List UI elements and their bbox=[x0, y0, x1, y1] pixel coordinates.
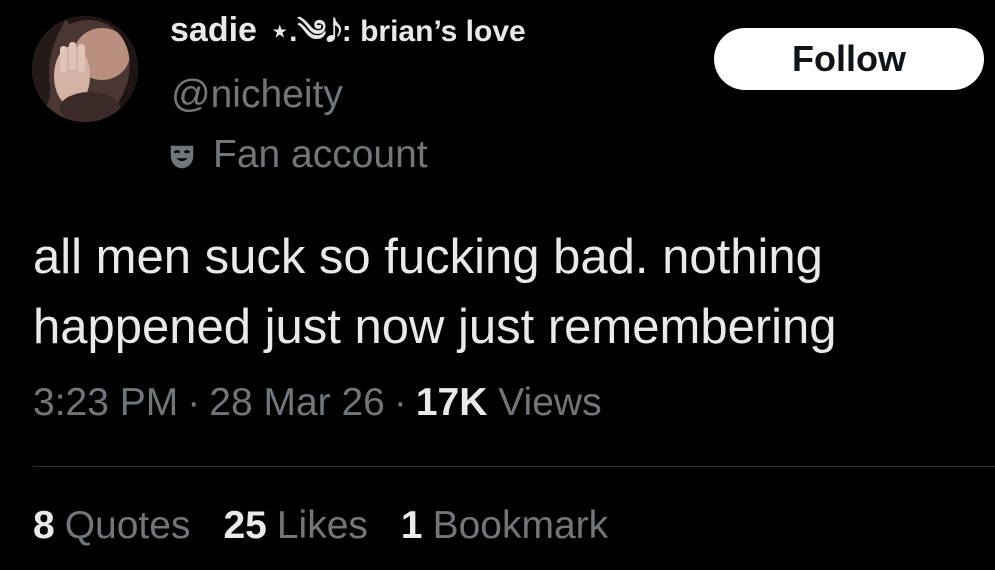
views-count: 17K bbox=[415, 381, 488, 424]
tweet-time[interactable]: 3:23 PM bbox=[33, 381, 178, 424]
account-label-text: Fan account bbox=[213, 133, 428, 176]
likes-stat[interactable]: 25 Likes bbox=[223, 503, 367, 550]
user-handle[interactable]: @nicheity bbox=[171, 73, 343, 117]
theater-mask-icon bbox=[170, 146, 194, 169]
likes-count: 25 bbox=[223, 504, 267, 547]
tweet-meta: 3:23 PM · 28 Mar 26 · 17K Views bbox=[33, 380, 602, 427]
bookmarks-count: 1 bbox=[400, 504, 423, 547]
likes-label: Likes bbox=[276, 504, 368, 547]
account-label: Fan account bbox=[167, 133, 428, 177]
tweet-text: all men suck so fucking bad. nothing hap… bbox=[33, 230, 837, 354]
quotes-stat[interactable]: 8 Quotes bbox=[33, 503, 190, 550]
bookmarks-stat[interactable]: 1 Bookmark bbox=[401, 503, 608, 550]
bookmarks-label: Bookmark bbox=[432, 504, 609, 547]
display-name-text: sadie bbox=[170, 11, 257, 49]
views-label: Views bbox=[498, 381, 602, 424]
display-name[interactable]: sadie ⋆.༄𝅘𝅥𝅮: brian’s love bbox=[170, 11, 526, 49]
engagement-stats: 8 Quotes 25 Likes 1 Bookmark bbox=[33, 503, 641, 550]
divider bbox=[33, 466, 995, 467]
tweet-date[interactable]: 28 Mar 26 bbox=[209, 381, 385, 424]
meta-separator: · bbox=[187, 381, 201, 424]
display-name-decoration: ⋆.༄𝅘𝅥𝅮: brian’s love bbox=[270, 15, 526, 48]
quotes-count: 8 bbox=[33, 504, 55, 547]
avatar[interactable] bbox=[32, 16, 138, 122]
follow-button[interactable]: Follow bbox=[714, 28, 984, 90]
quotes-label: Quotes bbox=[64, 504, 191, 547]
meta-separator: · bbox=[393, 381, 407, 424]
profile-avatar bbox=[32, 16, 138, 122]
